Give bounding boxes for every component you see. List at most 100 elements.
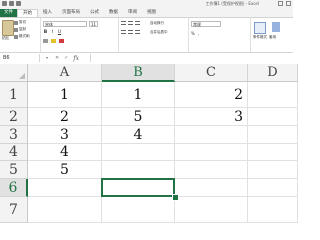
align-left-icon[interactable] — [121, 30, 126, 34]
column-header-b[interactable]: B — [102, 64, 175, 82]
cell-d4[interactable] — [248, 144, 298, 161]
cell-d5[interactable] — [248, 161, 298, 179]
redo-icon[interactable] — [16, 1, 21, 6]
conditional-format-icon[interactable] — [254, 22, 266, 34]
cell-b5[interactable] — [102, 161, 175, 179]
cell-c7[interactable] — [175, 197, 248, 223]
tab-file[interactable]: 文件 — [0, 9, 17, 17]
chevron-down-icon[interactable]: ▾ — [46, 55, 48, 60]
column-header-a[interactable]: A — [28, 64, 102, 82]
formula-input[interactable] — [90, 54, 291, 62]
row-header-6[interactable]: 6 — [0, 179, 28, 197]
title-bar: 工作簿1 (受保护视图) - Excel — [0, 0, 293, 9]
tab-insert[interactable]: 插入 — [38, 9, 57, 17]
cell-d1[interactable] — [248, 82, 298, 108]
merge-center-button[interactable]: 合并后居中 — [150, 30, 168, 35]
align-bottom-icon[interactable] — [135, 21, 140, 25]
restore-icon[interactable] — [286, 1, 291, 6]
cell-a1[interactable]: 1 — [28, 82, 102, 108]
cell-a2[interactable]: 2 — [28, 108, 102, 126]
save-icon[interactable] — [2, 1, 7, 6]
column-header-c[interactable]: C — [175, 64, 248, 82]
cell-c1[interactable]: 2 — [175, 82, 248, 108]
cell-b1[interactable]: 1 — [102, 82, 175, 108]
cell-a6[interactable] — [28, 179, 102, 197]
row-header-2[interactable]: 2 — [0, 108, 28, 126]
select-all-corner[interactable] — [0, 64, 28, 82]
copy-button[interactable]: 复制 — [14, 27, 26, 32]
percent-button[interactable]: % — [191, 31, 195, 36]
italic-button[interactable]: I — [50, 30, 55, 35]
row-header-1[interactable]: 1 — [0, 82, 28, 108]
tab-review[interactable]: 审阅 — [123, 9, 142, 17]
brush-icon — [14, 34, 18, 39]
name-box[interactable]: B6 — [0, 54, 40, 62]
formula-buttons: ✕ ✓ fx — [55, 53, 79, 63]
cell-d2[interactable] — [248, 108, 298, 126]
row-header-5[interactable]: 5 — [0, 161, 28, 179]
cancel-icon[interactable]: ✕ — [55, 55, 59, 61]
cell-c5[interactable] — [175, 161, 248, 179]
align-top-icon[interactable] — [121, 21, 126, 25]
align-middle-icon[interactable] — [128, 21, 133, 25]
cell-c2[interactable]: 3 — [175, 108, 248, 126]
tab-home[interactable]: 开始 — [17, 9, 38, 17]
enter-icon[interactable]: ✓ — [64, 55, 68, 61]
font-format-row — [43, 39, 64, 43]
tab-view[interactable]: 视图 — [142, 9, 161, 17]
fill-handle[interactable] — [172, 194, 179, 201]
wrap-text-button[interactable]: 自动换行 — [150, 21, 164, 26]
table-format-button[interactable]: 套用 — [269, 35, 276, 40]
select-all-icon — [19, 73, 25, 79]
minimize-icon[interactable] — [278, 1, 283, 6]
cell-c3[interactable] — [175, 126, 248, 144]
row-header-3[interactable]: 3 — [0, 126, 28, 144]
tab-page-layout[interactable]: 页面布局 — [57, 9, 85, 17]
font-style-buttons: B I U — [43, 30, 62, 35]
cell-c4[interactable] — [175, 144, 248, 161]
cell-b2[interactable]: 5 — [102, 108, 175, 126]
cell-a4[interactable]: 4 — [28, 144, 102, 161]
tab-formulas[interactable]: 公式 — [85, 9, 104, 17]
cell-b7[interactable] — [102, 197, 175, 223]
fill-color-icon[interactable] — [51, 39, 56, 43]
underline-button[interactable]: U — [57, 30, 62, 35]
bold-button[interactable]: B — [43, 30, 48, 35]
horizontal-align-row — [121, 30, 140, 34]
conditional-format-button[interactable]: 条件格式 — [251, 35, 269, 40]
border-icon[interactable] — [43, 39, 48, 43]
active-cell-border — [101, 178, 175, 197]
cell-b4[interactable] — [102, 144, 175, 161]
font-name-select[interactable]: 宋体 — [43, 21, 87, 27]
cell-d7[interactable] — [248, 197, 298, 223]
cell-d6[interactable] — [248, 179, 298, 197]
cell-a5[interactable]: 5 — [28, 161, 102, 179]
number-buttons: % , — [191, 31, 199, 36]
cell-d3[interactable] — [248, 126, 298, 144]
paste-button[interactable]: 粘贴 — [2, 36, 9, 41]
cut-button[interactable]: 剪切 — [14, 20, 26, 25]
copy-icon — [14, 27, 18, 32]
align-right-icon[interactable] — [135, 30, 140, 34]
tab-data[interactable]: 数据 — [104, 9, 123, 17]
insert-function-icon[interactable]: fx — [73, 55, 79, 62]
number-format-select[interactable]: 常规 — [191, 21, 221, 27]
align-center-icon[interactable] — [128, 30, 133, 34]
cell-a3[interactable]: 3 — [28, 126, 102, 144]
row-header-7[interactable]: 7 — [0, 197, 28, 223]
vertical-align-row — [121, 21, 140, 25]
font-size-select[interactable]: 11 — [89, 21, 98, 27]
format-painter-button[interactable]: 格式刷 — [14, 34, 30, 39]
font-color-icon[interactable] — [59, 39, 64, 43]
cell-a7[interactable] — [28, 197, 102, 223]
cell-b3[interactable]: 4 — [102, 126, 175, 144]
ribbon-area: 工作簿1 (受保护视图) - Excel 文件 开始 插入 页面布局 公式 数据… — [0, 0, 293, 59]
worksheet-grid: ABCD11122253334445567 — [0, 64, 298, 223]
table-format-icon[interactable] — [272, 22, 280, 32]
undo-icon[interactable] — [9, 1, 14, 6]
comma-button[interactable]: , — [198, 31, 199, 36]
paste-icon[interactable] — [2, 20, 14, 36]
column-header-d[interactable]: D — [248, 64, 298, 82]
cell-c6[interactable] — [175, 179, 248, 197]
row-header-4[interactable]: 4 — [0, 144, 28, 161]
